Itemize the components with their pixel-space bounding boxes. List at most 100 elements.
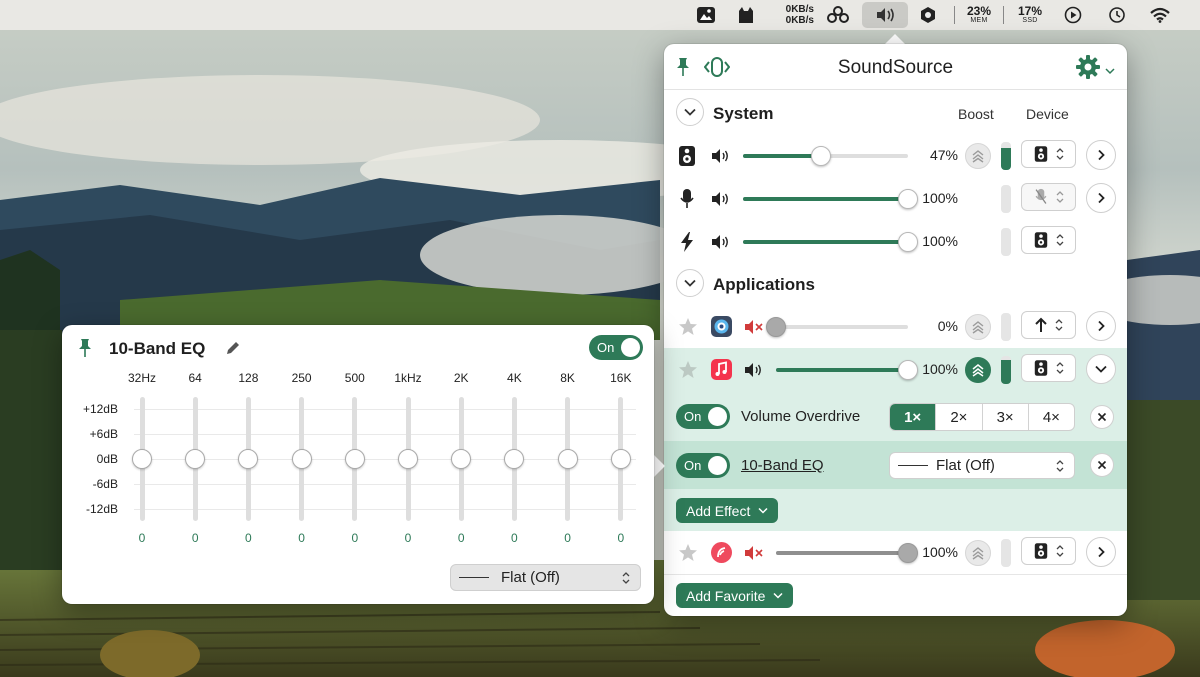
memory-stat[interactable]: 23% MEM — [961, 0, 997, 30]
volume-slider[interactable] — [743, 232, 918, 252]
play-icon[interactable] — [1050, 0, 1096, 30]
applications-collapse-button[interactable] — [676, 269, 704, 297]
eq-band-knob[interactable] — [291, 449, 312, 469]
menubar-divider — [1003, 6, 1004, 24]
add-effect-label: Add Effect — [686, 502, 751, 519]
soundsource-panel: SoundSource System Boost Device 47% 100%… — [664, 44, 1127, 616]
app-details-button[interactable] — [1086, 311, 1116, 341]
muted-volume-icon[interactable] — [744, 545, 764, 566]
volume-slider[interactable] — [776, 360, 918, 380]
system-collapse-button[interactable] — [676, 98, 704, 126]
eq-effect-row: On 10-Band EQ Flat (Off) — [664, 441, 1127, 489]
eq-band-knob[interactable] — [238, 449, 259, 469]
eq-band-knob[interactable] — [610, 449, 631, 469]
level-meter — [1001, 313, 1011, 341]
ssd-percent: 17% — [1017, 4, 1043, 18]
eq-effect-toggle[interactable]: On — [676, 453, 730, 478]
cat-icon[interactable] — [726, 0, 766, 30]
image-app-icon[interactable] — [686, 0, 726, 30]
updown-chevron-icon — [1056, 191, 1063, 203]
effects-device-select[interactable] — [1021, 226, 1076, 254]
overdrive-3x-option[interactable]: 3× — [983, 404, 1029, 430]
boost-button[interactable] — [965, 314, 991, 340]
input-device-select[interactable] — [1021, 183, 1076, 211]
eq-band-knob[interactable] — [132, 449, 152, 469]
boost-button[interactable] — [965, 143, 991, 169]
eq-preset-select[interactable]: Flat (Off) — [889, 452, 1075, 479]
eq-band-knob[interactable] — [557, 449, 578, 469]
app-device-select[interactable] — [1021, 537, 1076, 565]
volume-slider-knob[interactable] — [810, 146, 831, 166]
system-input-row: 100% — [664, 177, 1127, 220]
input-details-button[interactable] — [1086, 183, 1116, 213]
volume-slider[interactable] — [743, 189, 918, 209]
volume-slider[interactable] — [743, 146, 908, 166]
remove-overdrive-button[interactable] — [1090, 405, 1114, 429]
eq-popover: 10-Band EQ On +12dB +6dB 0dB -6dB -12dB 32Hz 0… — [62, 325, 654, 604]
volume-icon[interactable] — [744, 362, 764, 383]
wifi-icon[interactable] — [1138, 0, 1182, 30]
preset-value: Flat (Off) — [936, 457, 995, 474]
eq-band-knob[interactable] — [185, 449, 206, 469]
volume-icon[interactable] — [711, 234, 731, 255]
memory-label: MEM — [970, 17, 988, 24]
updown-chevron-icon — [1056, 545, 1063, 557]
pin-icon[interactable] — [78, 338, 92, 363]
overdrive-2x-option[interactable]: 2× — [936, 404, 983, 430]
app-device-select[interactable] — [1021, 354, 1076, 382]
eq-band-knob[interactable] — [398, 449, 418, 469]
volume-slider-fill — [776, 551, 908, 555]
pencil-icon[interactable] — [225, 340, 241, 361]
network-monitor[interactable]: 0KB/s 0KB/s — [766, 0, 814, 30]
overdrive-4x-option[interactable]: 4× — [1029, 404, 1074, 430]
boost-button[interactable] — [965, 357, 991, 383]
eq-band-label: 8K — [560, 371, 575, 385]
muted-volume-icon[interactable] — [744, 319, 764, 340]
star-icon[interactable] — [678, 360, 698, 384]
app-device-select[interactable] — [1021, 311, 1076, 339]
eq-band-label: 128 — [238, 371, 259, 385]
preset-value: Flat (Off) — [501, 569, 560, 586]
overdrive-toggle[interactable]: On — [676, 404, 730, 429]
volume-slider-fill — [743, 154, 821, 158]
eq-band-knob[interactable] — [451, 449, 472, 469]
volume-slider[interactable] — [766, 317, 908, 337]
volume-slider-fill — [743, 197, 908, 201]
volume-percent: 100% — [922, 233, 958, 249]
output-device-select[interactable] — [1021, 140, 1076, 168]
eq-band-knob[interactable] — [504, 449, 525, 469]
updown-chevron-icon — [1056, 148, 1063, 160]
output-details-button[interactable] — [1086, 140, 1116, 170]
eq-preset-select[interactable]: Flat (Off) — [450, 564, 641, 591]
ssd-stat[interactable]: 17% SSD — [1010, 0, 1050, 30]
shield-icon[interactable] — [908, 0, 948, 30]
add-favorite-label: Add Favorite — [686, 587, 766, 604]
speaker-icon — [1034, 146, 1047, 162]
add-favorite-button[interactable]: Add Favorite — [676, 583, 794, 608]
chevron-down-icon[interactable] — [1105, 62, 1115, 80]
eq-band-label: 500 — [344, 371, 365, 385]
star-icon[interactable] — [678, 543, 698, 567]
star-icon[interactable] — [678, 317, 698, 341]
soundsource-menu-icon[interactable] — [862, 2, 908, 28]
add-effect-button[interactable]: Add Effect — [676, 498, 779, 523]
gear-icon[interactable] — [1075, 54, 1101, 85]
volume-icon[interactable] — [711, 148, 731, 169]
volume-slider[interactable] — [776, 543, 918, 563]
volume-slider-knob[interactable] — [766, 317, 786, 337]
updown-chevron-icon — [1056, 459, 1064, 472]
speaker-device-icon — [678, 145, 696, 172]
speaker-icon — [1034, 232, 1047, 248]
activity-icon[interactable] — [814, 0, 862, 30]
eq-toggle[interactable]: On — [589, 335, 643, 360]
eq-effect-link[interactable]: 10-Band EQ — [741, 457, 824, 474]
app-details-button[interactable] — [1086, 537, 1116, 567]
microphone-muted-icon — [1035, 188, 1046, 204]
overdrive-1x-option[interactable]: 1× — [890, 404, 937, 430]
volume-icon[interactable] — [711, 191, 731, 212]
time-machine-icon[interactable] — [1096, 0, 1138, 30]
eq-band-knob[interactable] — [344, 449, 365, 469]
app-collapse-button[interactable] — [1086, 354, 1116, 384]
boost-button[interactable] — [965, 540, 991, 566]
remove-eq-button[interactable] — [1090, 453, 1114, 477]
